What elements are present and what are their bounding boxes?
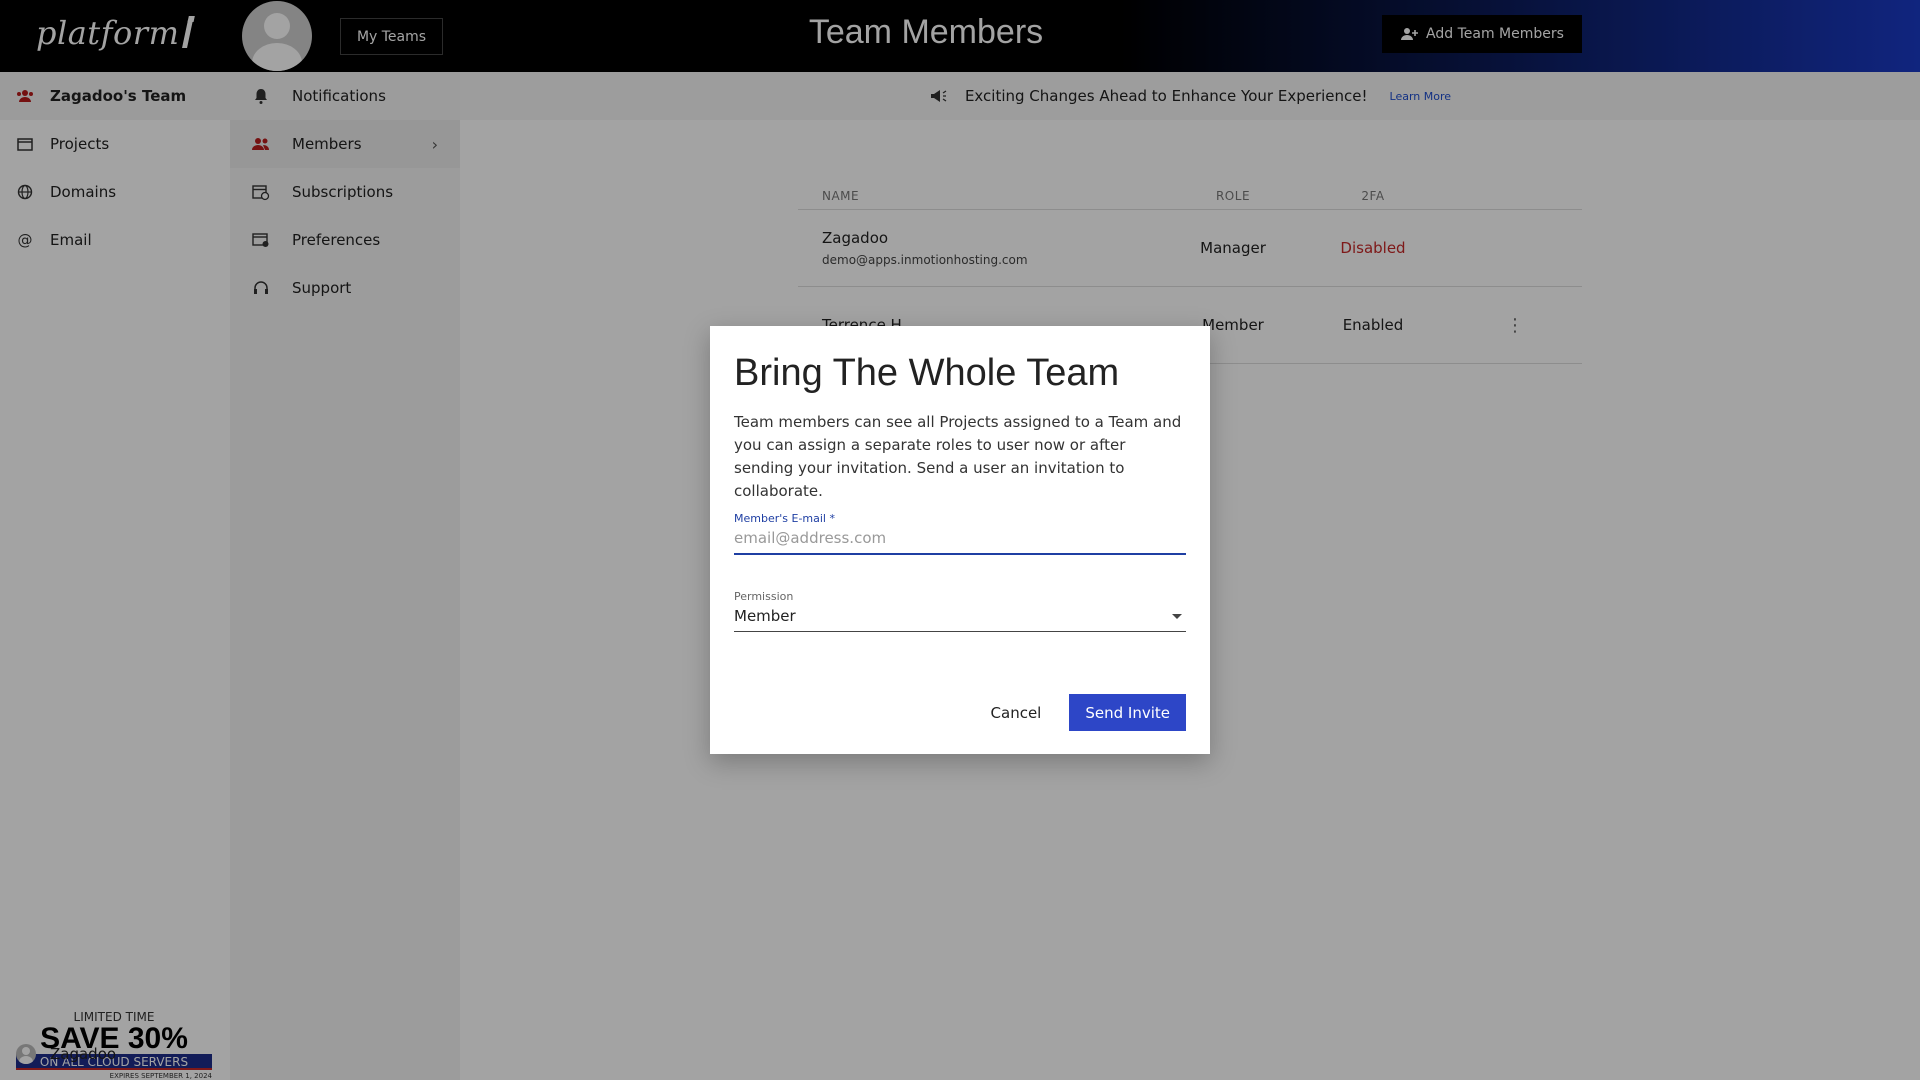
permission-select[interactable]: Member xyxy=(734,603,1186,632)
dialog-title: Bring The Whole Team xyxy=(734,352,1120,394)
email-field-group: Member's E-mail * xyxy=(734,512,1186,555)
dialog-description: Team members can see all Projects assign… xyxy=(734,413,1182,500)
permission-field-group: Permission Member xyxy=(734,590,1186,632)
email-field-label: Member's E-mail * xyxy=(734,512,835,525)
caret-down-icon xyxy=(1172,613,1182,619)
permission-selected-value: Member xyxy=(734,607,796,625)
send-invite-button[interactable]: Send Invite xyxy=(1069,694,1186,731)
dialog-actions: Cancel Send Invite xyxy=(987,694,1186,731)
cancel-button[interactable]: Cancel xyxy=(987,696,1046,730)
email-field[interactable] xyxy=(734,525,1186,555)
permission-field-label: Permission xyxy=(734,590,794,603)
invite-dialog: Bring The Whole Team Team members can se… xyxy=(710,326,1210,754)
